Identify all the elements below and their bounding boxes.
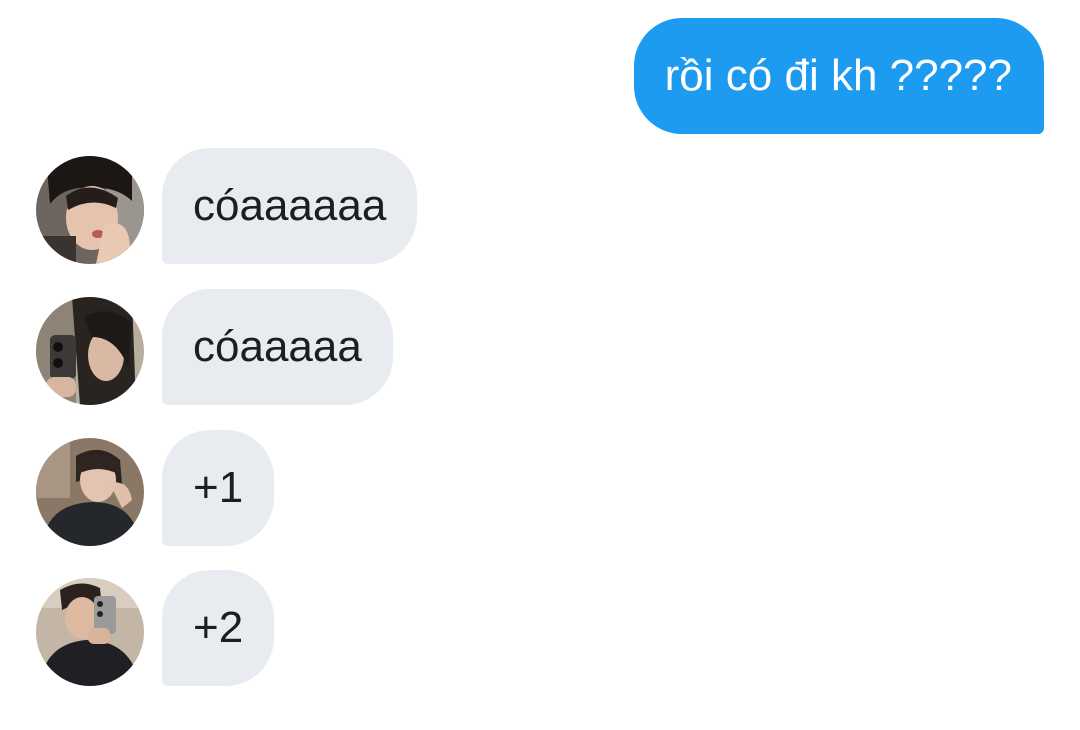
user-avatar[interactable]	[36, 438, 144, 546]
user-avatar[interactable]	[36, 297, 144, 405]
received-message-text: +2	[193, 603, 244, 652]
received-message-text: +1	[193, 463, 244, 512]
user-avatar[interactable]	[36, 156, 144, 264]
chat-thread: rồi có đi kh ????? cóaaaaaa cóaaaaa +1 +…	[0, 0, 1080, 730]
received-message-bubble[interactable]: cóaaaaaa	[162, 148, 418, 264]
sent-message-text: rồi có đi kh ?????	[664, 51, 1012, 100]
user-avatar[interactable]	[36, 578, 144, 686]
received-message-bubble[interactable]: cóaaaaa	[162, 289, 393, 405]
received-message-text: cóaaaaa	[193, 322, 362, 371]
received-message-bubble[interactable]: +2	[162, 570, 275, 686]
sent-message-bubble[interactable]: rồi có đi kh ?????	[633, 18, 1044, 134]
received-message-bubble[interactable]: +1	[162, 430, 275, 546]
received-message-text: cóaaaaaa	[193, 181, 387, 230]
